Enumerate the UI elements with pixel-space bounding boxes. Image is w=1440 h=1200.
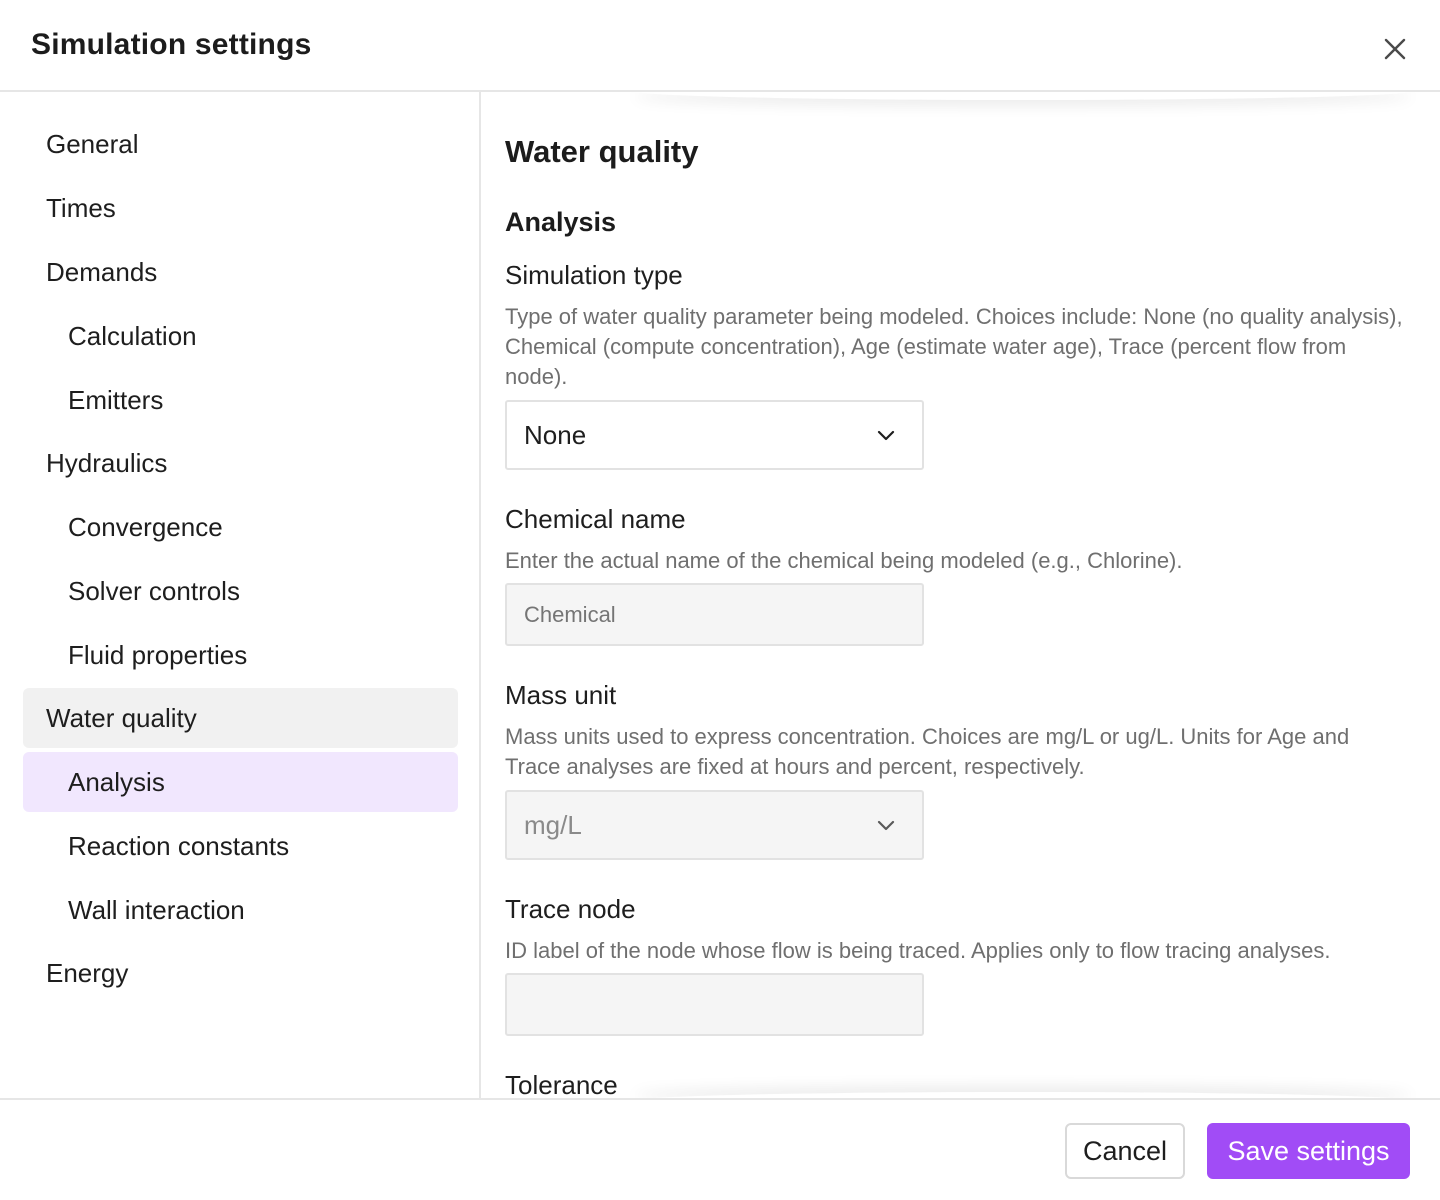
- chevron-down-icon: [877, 430, 895, 441]
- sidebar-item-times[interactable]: Times: [23, 178, 458, 238]
- sidebar-item-calculation[interactable]: Calculation: [23, 306, 458, 366]
- save-settings-button[interactable]: Save settings: [1207, 1123, 1410, 1179]
- cancel-button[interactable]: Cancel: [1065, 1123, 1185, 1179]
- simulation-type-label: Simulation type: [505, 260, 683, 290]
- close-icon: [1384, 38, 1406, 60]
- trace-node-input[interactable]: [505, 973, 924, 1036]
- sidebar-item-emitters[interactable]: Emitters: [23, 370, 458, 430]
- chemical-name-description: Enter the actual name of the chemical be…: [505, 548, 1183, 573]
- sidebar-item-convergence[interactable]: Convergence: [23, 497, 458, 557]
- mass-unit-value: mg/L: [524, 809, 582, 840]
- sidebar-item-fluid-properties[interactable]: Fluid properties: [23, 625, 458, 685]
- sidebar-item-water-quality[interactable]: Water quality: [23, 688, 458, 748]
- sidebar-item-solver-controls[interactable]: Solver controls: [23, 561, 458, 621]
- settings-content[interactable]: Water quality Analysis Simulation type T…: [483, 92, 1440, 1098]
- simulation-type-select[interactable]: None: [505, 400, 924, 470]
- simulation-type-description: Type of water quality parameter being mo…: [505, 304, 1403, 389]
- section-heading: Water quality: [505, 134, 699, 169]
- sidebar-item-hydraulics[interactable]: Hydraulics: [23, 433, 458, 493]
- chemical-name-label: Chemical name: [505, 504, 686, 534]
- close-button[interactable]: [1378, 32, 1412, 66]
- subsection-heading: Analysis: [505, 207, 617, 237]
- dialog-footer: Cancel Save settings: [0, 1098, 1440, 1200]
- sidebar-item-demands[interactable]: Demands: [23, 242, 458, 302]
- settings-sidebar: General Times Demands Calculation Emitte…: [0, 92, 481, 1098]
- trace-node-label: Trace node: [505, 894, 636, 924]
- sidebar-item-reaction-constants[interactable]: Reaction constants: [23, 816, 458, 876]
- chevron-down-icon: [877, 820, 895, 831]
- chemical-name-input[interactable]: [505, 583, 924, 646]
- dialog-header: Simulation settings: [0, 0, 1440, 92]
- dialog-title: Simulation settings: [31, 28, 312, 61]
- simulation-settings-dialog: Simulation settings General Times Demand…: [0, 0, 1440, 1200]
- tolerance-label: Tolerance: [505, 1070, 618, 1098]
- mass-unit-label: Mass unit: [505, 680, 617, 710]
- mass-unit-select[interactable]: mg/L: [505, 790, 924, 860]
- mass-unit-description: Mass units used to express concentration…: [505, 724, 1350, 779]
- sidebar-item-wall-interaction[interactable]: Wall interaction: [23, 880, 458, 940]
- sidebar-item-analysis[interactable]: Analysis: [23, 752, 458, 812]
- sidebar-item-energy[interactable]: Energy: [23, 943, 458, 1003]
- simulation-type-value: None: [524, 419, 587, 450]
- trace-node-description: ID label of the node whose flow is being…: [505, 938, 1331, 963]
- sidebar-item-general[interactable]: General: [23, 114, 458, 174]
- scroll-shadow-top: [633, 92, 1413, 100]
